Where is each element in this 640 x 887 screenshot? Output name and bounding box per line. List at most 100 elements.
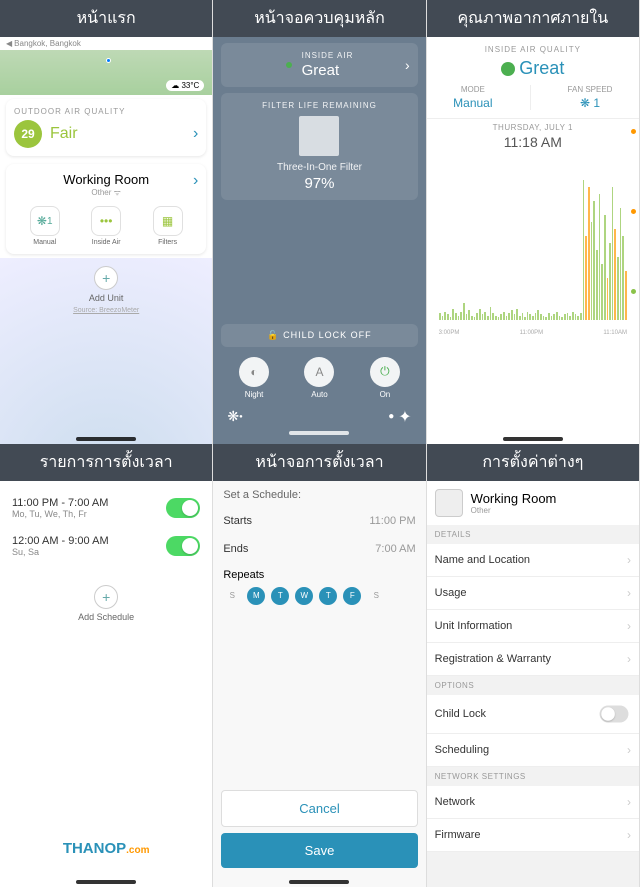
item-label: Child Lock [435, 708, 486, 720]
toggle-switch[interactable] [166, 536, 200, 556]
list-item[interactable]: Registration & Warranty› [427, 643, 639, 676]
toggle-switch[interactable] [166, 498, 200, 518]
settings-header[interactable]: Working RoomOther [427, 481, 639, 525]
item-label: Unit Information [435, 620, 513, 632]
tile-inside-air[interactable]: •••Inside Air [91, 206, 121, 246]
item-label: Firmware [435, 829, 481, 841]
inside-air-card[interactable]: INSIDE AIR Great › [221, 43, 417, 87]
plus-icon[interactable]: + [94, 266, 118, 290]
home-background: + Add Unit Source: BreezoMeter [0, 258, 212, 444]
toggle-switch[interactable] [600, 705, 629, 722]
day-4[interactable]: T [319, 587, 337, 605]
schedule-time: 11:00 PM - 7:00 AM [12, 497, 108, 509]
mode-block[interactable]: MODEManual [453, 85, 492, 110]
map[interactable]: ☁ 33°C [0, 50, 212, 95]
aqi-status: Fair [50, 125, 78, 143]
child-lock-row[interactable]: Child Lock [427, 695, 639, 734]
list-item[interactable]: Firmware› [427, 819, 639, 852]
scheduling-row[interactable]: Scheduling› [427, 734, 639, 767]
list-item[interactable]: Name and Location› [427, 544, 639, 577]
room-card[interactable]: Working Room Other ᯤ › ❋ 1Manual •••Insi… [6, 164, 206, 254]
room-sub: Other [471, 506, 557, 515]
auto-icon: A [304, 357, 334, 387]
header-schededit: หน้าจอการตั้งเวลา [213, 444, 425, 481]
chevron-right-icon: › [627, 795, 631, 809]
header-settings: การตั้งค่าต่างๆ [427, 444, 639, 481]
repeats-label: Repeats [223, 569, 415, 581]
add-schedule[interactable]: + Add Schedule [8, 585, 204, 622]
header-home: หน้าแรก [0, 0, 212, 37]
ends-label: Ends [223, 543, 248, 555]
list-item[interactable]: Network › [427, 786, 639, 819]
schedule-days: Mo, Tu, We, Th, Fr [12, 509, 108, 519]
chevron-right-icon: › [627, 619, 631, 633]
fan-icon[interactable]: ❋ [227, 408, 239, 425]
child-lock-button[interactable]: 🔓 CHILD LOCK OFF [221, 324, 417, 347]
save-button[interactable]: Save [221, 833, 417, 868]
cancel-button[interactable]: Cancel [221, 790, 417, 827]
item-label: Network [435, 796, 475, 808]
filter-name: Three-In-One Filter [229, 162, 409, 173]
dot-icon: ● [388, 411, 394, 422]
day-2[interactable]: T [271, 587, 289, 605]
list-item[interactable]: Unit Information › [427, 610, 639, 643]
chevron-right-icon[interactable]: › [193, 172, 198, 190]
status-dot-icon [286, 62, 292, 68]
starts-label: Starts [223, 515, 252, 527]
schedule-row[interactable]: 11:00 PM - 7:00 AMMo, Tu, We, Th, Fr [8, 489, 204, 527]
outdoor-aq-card[interactable]: OUTDOOR AIR QUALITY 29 Fair › [6, 99, 206, 156]
list-item[interactable]: Usage › [427, 577, 639, 610]
item-label: Usage [435, 587, 467, 599]
details-group: DETAILS [427, 525, 639, 544]
ends-row[interactable]: Ends7:00 AM [223, 535, 415, 563]
add-schedule-label: Add Schedule [8, 612, 204, 622]
chevron-right-icon: › [627, 586, 631, 600]
schedule-row[interactable]: 12:00 AM - 9:00 AMSu, Sa [8, 527, 204, 565]
day-3[interactable]: W [295, 587, 313, 605]
filter-label: FILTER LIFE REMAINING [229, 101, 409, 110]
filter-card[interactable]: FILTER LIFE REMAINING Three-In-One Filte… [221, 93, 417, 200]
ctrl-label: Night [245, 390, 264, 399]
chevron-right-icon[interactable]: › [193, 125, 198, 143]
iaq-value: Great [519, 58, 564, 79]
power-button[interactable]: ⏻ On [370, 357, 400, 399]
chevron-right-icon: › [627, 652, 631, 666]
filter-pct: 97% [229, 175, 409, 192]
chevron-right-icon[interactable]: › [405, 57, 410, 73]
power-icon: ⏻ [370, 357, 400, 387]
plus-icon[interactable]: + [94, 585, 118, 609]
plus-icon[interactable]: ✦ [398, 407, 411, 427]
day-1[interactable]: M [247, 587, 265, 605]
dots-icon: ••• [91, 206, 121, 236]
night-button[interactable]: ◐Night [239, 357, 269, 399]
source-label: Source: BreezoMeter [0, 307, 212, 314]
fan-block[interactable]: FAN SPEED ❋ 1 [568, 85, 613, 110]
auto-button[interactable]: A Auto [304, 357, 334, 399]
tile-label: Manual [33, 239, 56, 246]
ctrl-label: On [380, 390, 391, 399]
chart-time: 11:18 AM [431, 134, 635, 150]
day-6[interactable]: S [367, 587, 385, 605]
schedule-time: 12:00 AM - 9:00 AM [12, 535, 109, 547]
add-unit[interactable]: + Add Unit Source: BreezoMeter [0, 266, 212, 314]
inside-air-value: Great [302, 62, 354, 79]
fan-label: FAN SPEED [568, 85, 613, 94]
starts-row[interactable]: Starts11:00 PM [223, 507, 415, 535]
child-lock-label: CHILD LOCK OFF [283, 330, 372, 340]
item-label: Scheduling [435, 744, 489, 756]
tile-filters[interactable]: ▦Filters [153, 206, 183, 246]
outdoor-aq-label: OUTDOOR AIR QUALITY [14, 107, 198, 116]
tile-label: Filters [158, 239, 177, 246]
tile-manual[interactable]: ❋ 1Manual [30, 206, 60, 246]
schedule-title: Set a Schedule: [223, 489, 415, 501]
ctrl-label: Auto [311, 390, 327, 399]
day-0[interactable]: S [223, 587, 241, 605]
home-indicator [76, 880, 136, 884]
aq-chart[interactable]: 3:00PM 11:00PM 11:10AM [431, 158, 635, 338]
temperature-value: 33°C [181, 81, 199, 90]
day-5[interactable]: F [343, 587, 361, 605]
options-group: OPTIONS [427, 676, 639, 695]
room-name: Working Room [14, 172, 198, 187]
fan-value: ❋ 1 [568, 96, 613, 110]
iaq-label: INSIDE AIR QUALITY [435, 45, 631, 54]
